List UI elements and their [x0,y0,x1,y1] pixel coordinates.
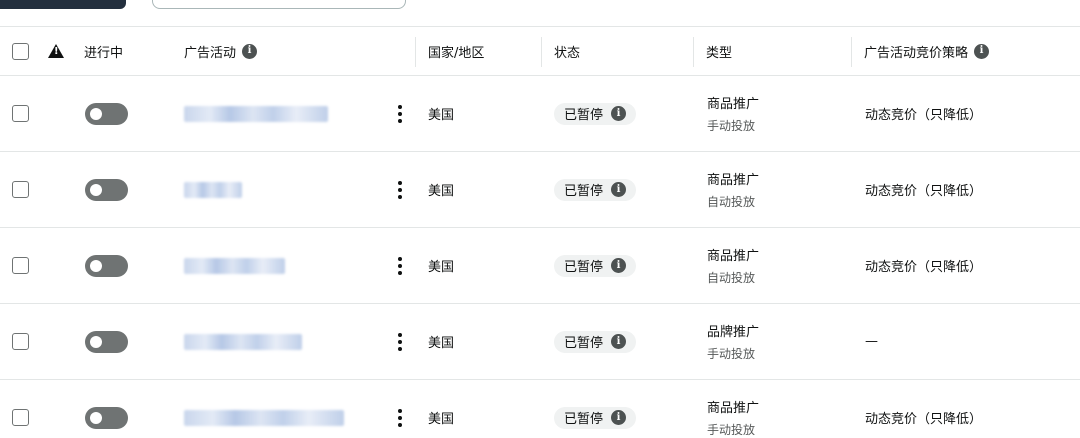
header-bidding[interactable]: 广告活动竞价策略 i [864,27,990,75]
header-type-label: 类型 [706,45,733,61]
campaign-name-link[interactable] [184,333,302,350]
campaign-table: 进行中 广告活动 i 国家/地区 状态 类型 广告活动竞价策略 i 美国 已暂停… [0,26,1080,438]
search-input[interactable] [152,0,406,9]
info-icon[interactable]: i [611,182,627,197]
active-toggle[interactable] [85,178,128,201]
toolbar [0,0,1080,26]
column-divider [541,37,542,67]
campaign-name-link[interactable] [184,181,242,198]
info-icon[interactable]: i [242,43,258,59]
kebab-menu-icon[interactable] [398,256,402,275]
active-toggle[interactable] [85,406,128,429]
status-badge: 已暂停 i [554,178,637,201]
status-badge: 已暂停 i [554,406,637,429]
kebab-menu-icon[interactable] [398,104,402,123]
status-text: 已暂停 [564,108,604,123]
targeting-type: 手动投放 [707,119,756,133]
column-divider [415,37,416,67]
country-value: 美国 [428,412,455,427]
row-checkbox[interactable] [12,181,29,198]
kebab-menu-icon[interactable] [398,408,402,427]
active-toggle[interactable] [85,330,128,353]
row-checkbox[interactable] [12,333,29,350]
header-type[interactable]: 类型 [706,27,732,75]
country-value: 美国 [428,336,455,351]
select-all-checkbox[interactable] [12,42,29,60]
campaign-name-link[interactable] [184,257,285,274]
table-row: 美国 已暂停 i 商品推广手动投放 动态竞价（只降低） [0,380,1080,438]
toggle-knob [90,107,102,120]
campaign-type: 商品推广 [707,249,760,264]
active-toggle[interactable] [85,254,128,277]
row-checkbox[interactable] [12,257,29,274]
campaign-type: 商品推广 [707,401,760,416]
header-campaign-label: 广告活动 [184,45,237,61]
campaign-name-link[interactable] [184,409,344,426]
header-active[interactable]: 进行中 [84,27,123,75]
column-divider [693,37,694,67]
campaign-type: 品牌推广 [707,325,760,340]
header-campaign[interactable]: 广告活动 i [184,27,258,75]
status-badge: 已暂停 i [554,330,637,353]
bidding-strategy: 动态竞价（只降低） [865,184,983,199]
country-value: 美国 [428,260,455,275]
column-divider [851,37,852,67]
info-icon[interactable]: i [974,43,990,59]
country-value: 美国 [428,108,455,123]
campaign-type: 商品推广 [707,173,760,188]
row-checkbox[interactable] [12,105,29,122]
select-all-cell [12,27,29,75]
status-badge: 已暂停 i [554,254,637,277]
table-row: 美国 已暂停 i 商品推广自动投放 动态竞价（只降低） [0,152,1080,228]
status-badge: 已暂停 i [554,102,637,125]
targeting-type: 自动投放 [707,195,756,209]
kebab-menu-icon[interactable] [398,332,402,351]
header-country[interactable]: 国家/地区 [428,27,484,75]
toggle-knob [90,335,102,348]
warning-header-cell [48,27,64,75]
bidding-strategy: — [865,334,878,349]
header-bidding-label: 广告活动竞价策略 [864,45,969,61]
bidding-strategy: 动态竞价（只降低） [865,260,983,275]
table-row: 美国 已暂停 i 品牌推广手动投放 — [0,304,1080,380]
row-checkbox[interactable] [12,409,29,426]
bidding-strategy: 动态竞价（只降低） [865,108,983,123]
header-status[interactable]: 状态 [554,27,580,75]
header-active-label: 进行中 [84,45,124,61]
toggle-knob [90,259,102,272]
active-toggle[interactable] [85,102,128,125]
status-text: 已暂停 [564,260,604,275]
warning-icon [48,44,64,58]
create-campaign-button[interactable] [0,0,126,9]
info-icon[interactable]: i [611,106,627,121]
info-icon[interactable]: i [611,410,627,425]
targeting-type: 自动投放 [707,271,756,285]
info-icon[interactable]: i [611,258,627,273]
kebab-menu-icon[interactable] [398,180,402,199]
targeting-type: 手动投放 [707,423,756,437]
info-icon[interactable]: i [611,334,627,349]
bidding-strategy: 动态竞价（只降低） [865,412,983,427]
campaign-type: 商品推广 [707,97,760,112]
toggle-knob [90,411,102,424]
targeting-type: 手动投放 [707,347,756,361]
header-status-label: 状态 [554,45,581,61]
toggle-knob [90,183,102,196]
campaign-name-link[interactable] [184,105,328,122]
status-text: 已暂停 [564,184,604,199]
table-row: 美国 已暂停 i 商品推广自动投放 动态竞价（只降低） [0,228,1080,304]
status-text: 已暂停 [564,412,604,427]
header-country-label: 国家/地区 [428,45,485,61]
status-text: 已暂停 [564,336,604,351]
country-value: 美国 [428,184,455,199]
table-row: 美国 已暂停 i 商品推广手动投放 动态竞价（只降低） [0,76,1080,152]
table-header: 进行中 广告活动 i 国家/地区 状态 类型 广告活动竞价策略 i [0,26,1080,76]
